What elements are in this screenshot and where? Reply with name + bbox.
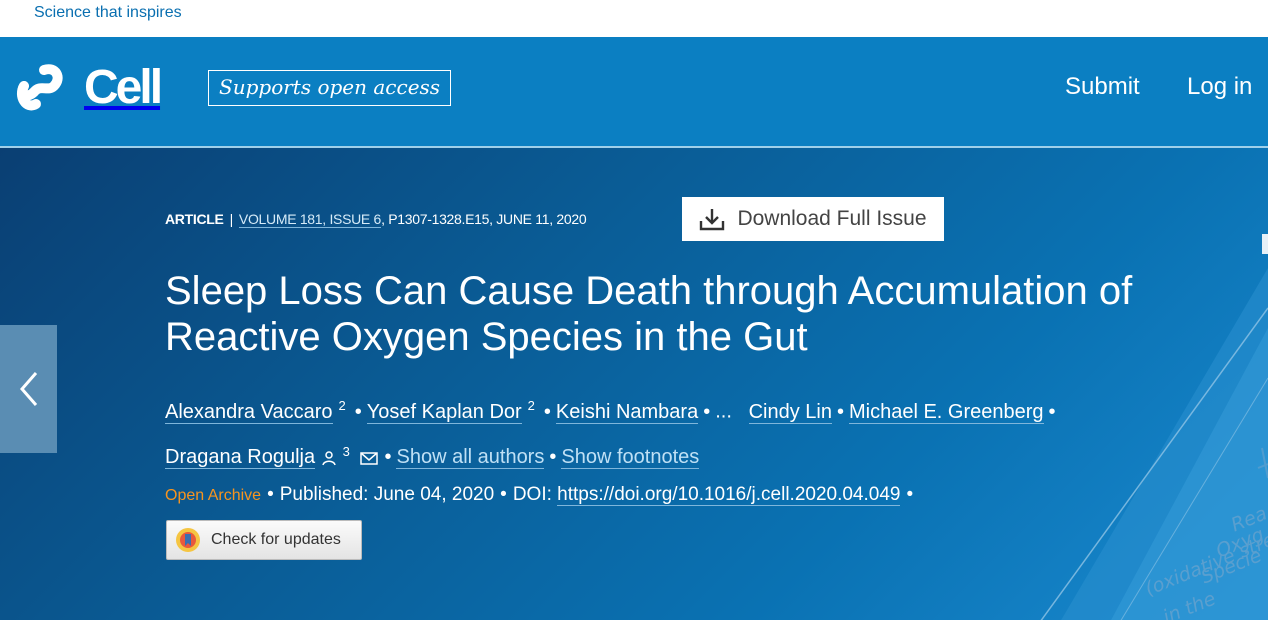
site-header: Cell Supports open access Submit Log in [0, 37, 1268, 146]
volume-issue-link[interactable]: VOLUME 181, ISSUE 6 [238, 211, 381, 228]
author-affiliation[interactable]: 3 [343, 444, 350, 459]
check-for-updates-button[interactable]: Check for updates [166, 520, 362, 560]
separator-dot: • [543, 400, 551, 423]
article-title: Sleep Loss Can Cause Death through Accum… [165, 269, 1133, 359]
author-link[interactable]: Alexandra Vaccaro [165, 400, 333, 424]
separator-dot: • [384, 446, 392, 469]
person-icon[interactable] [321, 450, 337, 466]
author-link[interactable]: Yosef Kaplan Dor [366, 400, 522, 424]
author-link[interactable]: Cindy Lin [748, 400, 832, 424]
separator-dot: • [500, 484, 507, 505]
show-all-authors-link[interactable]: Show all authors [396, 446, 545, 470]
author-affiliation[interactable]: 2 [528, 398, 535, 413]
tagline-link[interactable]: Science that inspires [34, 4, 182, 22]
article-hero: Rea Oxyg Specie (oxidative stre in the A… [0, 146, 1268, 620]
author-affiliation[interactable]: 2 [339, 398, 346, 413]
separator-dot: • [267, 484, 274, 505]
download-label: Download Full Issue [737, 207, 927, 230]
logo-text: Cell [84, 61, 163, 114]
open-access-badge[interactable]: Supports open access [208, 70, 452, 106]
download-full-issue-button[interactable]: Download Full Issue [682, 197, 944, 241]
login-link[interactable]: Log in [1187, 73, 1252, 101]
separator-dot: • [703, 400, 711, 423]
published-date: Published: June 04, 2020 [279, 484, 495, 505]
article-meta: ARTICLE | VOLUME 181, ISSUE 6, P1307-1328.… [165, 211, 587, 228]
author-ellipsis: ... [715, 400, 732, 423]
separator-dot: • [836, 400, 844, 423]
author-link[interactable]: Keishi Nambara [555, 400, 699, 424]
open-archive-label: Open Archive [165, 487, 262, 504]
check-updates-label: Check for updates [211, 531, 341, 548]
separator-dot: • [1048, 400, 1056, 423]
show-footnotes-link[interactable]: Show footnotes [561, 446, 700, 470]
cell-logo[interactable]: Cell [14, 61, 163, 114]
separator-dot: • [354, 400, 362, 423]
separator-dot: • [906, 484, 914, 505]
separator-dot: • [549, 446, 557, 469]
publication-info: Open Archive • Published: June 04, 2020 • DO… [165, 484, 919, 506]
author-link[interactable]: Michael E. Greenberg [848, 400, 1044, 424]
cell-logo-icon [16, 64, 63, 111]
doi-label: DOI: [512, 484, 552, 505]
chevron-left-icon [19, 372, 37, 406]
doi-link[interactable]: https://doi.org/10.1016/j.cell.2020.04.0… [557, 484, 901, 506]
article-type: ARTICLE [165, 211, 224, 227]
top-bar: Science that inspires [0, 0, 1268, 37]
download-icon [700, 209, 725, 231]
author-link[interactable]: Dragana Rogulja [165, 446, 316, 470]
pages-date: , P1307-1328.E15, JUNE 11, 2020 [381, 211, 587, 227]
submit-link[interactable]: Submit [1065, 73, 1140, 101]
previous-article-button[interactable] [0, 325, 57, 453]
author-list: Alexandra Vaccaro 2 • Yosef Kaplan Dor 2 • Kei… [165, 386, 1165, 477]
crossmark-icon [176, 528, 200, 552]
envelope-icon[interactable] [359, 450, 379, 466]
meta-separator: | [229, 211, 234, 227]
